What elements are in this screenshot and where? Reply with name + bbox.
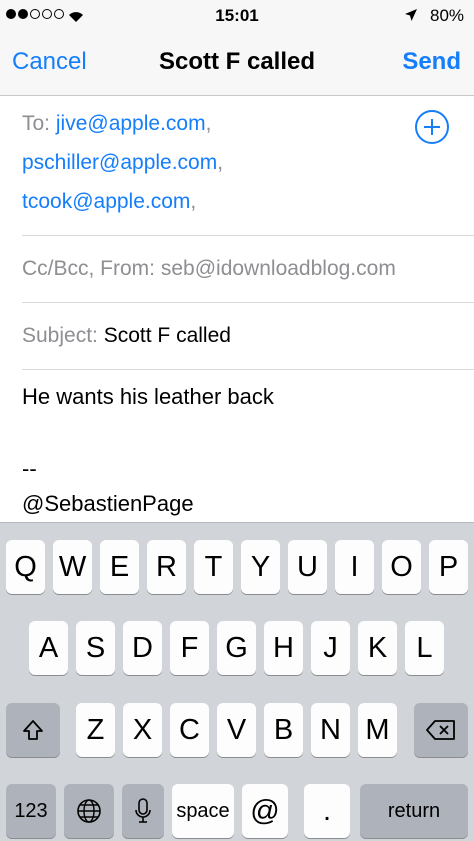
subject-field[interactable]: Subject: Scott F called — [22, 303, 474, 370]
status-bar: 15:01 80% — [0, 0, 474, 30]
body-line: @SebastienPage — [22, 491, 194, 516]
message-body[interactable]: He wants his leather back -- @SebastienP… — [22, 370, 462, 522]
key-b[interactable]: B — [264, 703, 303, 757]
key-k[interactable]: K — [358, 621, 397, 675]
key-g[interactable]: G — [217, 621, 256, 675]
delete-key[interactable] — [414, 703, 468, 757]
recipient-token[interactable]: tcook@apple.com — [22, 190, 190, 213]
key-m[interactable]: M — [358, 703, 397, 757]
key-a[interactable]: A — [29, 621, 68, 675]
key-d[interactable]: D — [123, 621, 162, 675]
key-v[interactable]: V — [217, 703, 256, 757]
body-line: -- — [22, 456, 37, 481]
key-r[interactable]: R — [147, 540, 186, 594]
key-j[interactable]: J — [311, 621, 350, 675]
recipient-separator: , — [217, 151, 224, 174]
globe-key[interactable] — [64, 784, 114, 838]
key-u[interactable]: U — [288, 540, 327, 594]
cc-bcc-from-label: Cc/Bcc, From: — [22, 257, 156, 280]
key-h[interactable]: H — [264, 621, 303, 675]
location-arrow-icon — [405, 9, 417, 21]
key-y[interactable]: Y — [241, 540, 280, 594]
key-x[interactable]: X — [123, 703, 162, 757]
numbers-key[interactable]: 123 — [6, 784, 56, 838]
globe-icon — [77, 799, 101, 823]
key-s[interactable]: S — [76, 621, 115, 675]
from-value[interactable]: seb@idownloadblog.com — [161, 257, 396, 280]
key-z[interactable]: Z — [76, 703, 115, 757]
recipient-token[interactable]: pschiller@apple.com — [22, 151, 217, 174]
cc-bcc-from-field[interactable]: Cc/Bcc, From: seb@idownloadblog.com — [22, 236, 474, 303]
subject-value[interactable]: Scott F called — [104, 324, 231, 347]
to-field[interactable]: To: jive@apple.com, pschiller@apple.com,… — [22, 96, 474, 236]
shift-key[interactable] — [6, 703, 60, 757]
battery-percentage: 80% — [430, 6, 465, 25]
subject-label: Subject: — [22, 324, 98, 347]
navigation-bar: Cancel Scott F called Send — [0, 30, 474, 96]
recipient-token[interactable]: jive@apple.com — [56, 112, 206, 135]
key-i[interactable]: I — [335, 540, 374, 594]
recipient-separator: , — [205, 112, 212, 135]
to-label: To: — [22, 112, 51, 135]
key-t[interactable]: T — [194, 540, 233, 594]
period-key[interactable]: . — [304, 784, 350, 838]
key-w[interactable]: W — [53, 540, 92, 594]
return-key[interactable]: return — [360, 784, 468, 838]
key-c[interactable]: C — [170, 703, 209, 757]
key-n[interactable]: N — [311, 703, 350, 757]
key-q[interactable]: Q — [6, 540, 45, 594]
key-l[interactable]: L — [405, 621, 444, 675]
microphone-key[interactable] — [122, 784, 164, 838]
key-o[interactable]: O — [382, 540, 421, 594]
key-p[interactable]: P — [429, 540, 468, 594]
keyboard: Q W E R T Y U I O P A S D F G H J K L Z … — [0, 522, 474, 841]
delete-icon — [426, 720, 455, 740]
key-f[interactable]: F — [170, 621, 209, 675]
at-key[interactable]: @ — [242, 784, 288, 838]
recipient-separator: , — [190, 190, 197, 213]
shift-icon — [23, 720, 43, 740]
microphone-icon — [135, 798, 151, 823]
send-button[interactable]: Send — [402, 48, 461, 76]
space-key[interactable]: space — [172, 784, 234, 838]
add-contact-icon[interactable] — [415, 110, 449, 144]
status-time: 15:01 — [215, 6, 259, 25]
key-e[interactable]: E — [100, 540, 139, 594]
body-line: He wants his leather back — [22, 384, 274, 409]
